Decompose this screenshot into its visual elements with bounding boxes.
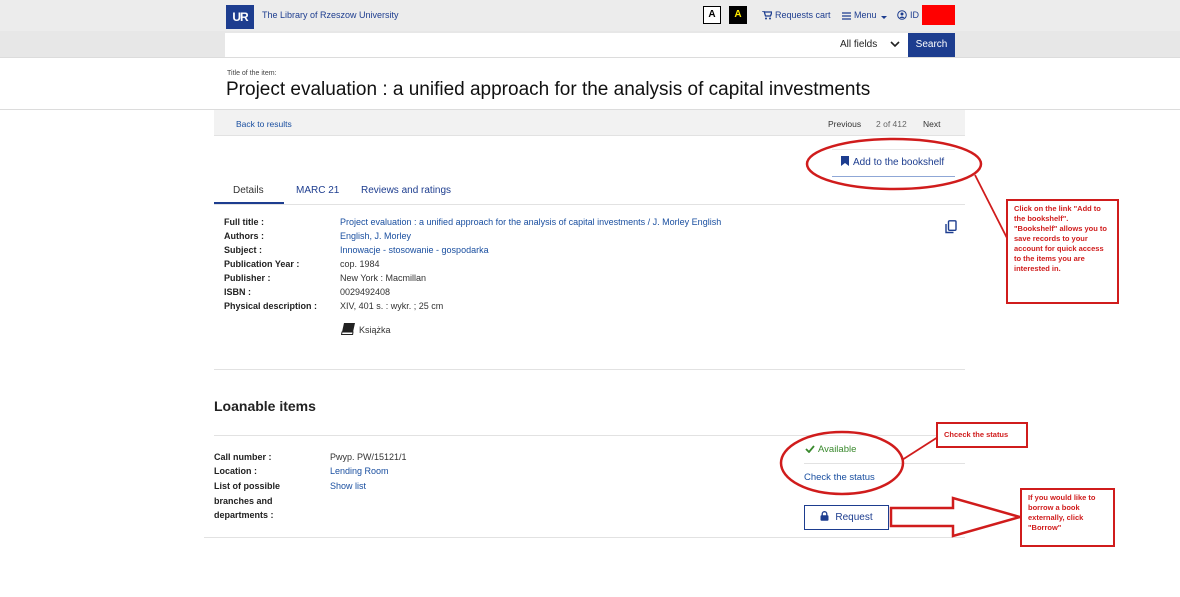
hamburger-icon [842, 12, 851, 20]
detail-value-physical-description: XIV, 401 s. : wykr. ; 25 cm [340, 301, 444, 311]
borrow-arrow [889, 496, 1025, 538]
check-icon [805, 445, 815, 454]
search-button[interactable]: Search [908, 33, 955, 57]
detail-value-publication-year: cop. 1984 [340, 259, 380, 269]
search-bar: All fields Search [0, 31, 1180, 58]
loanable-divider [214, 435, 965, 436]
annotation-note-bookshelf: Click on the link "Add to the bookshelf"… [1006, 199, 1119, 304]
loanable-items-heading: Loanable items [214, 398, 316, 414]
user-icon [897, 10, 907, 20]
back-to-results-link[interactable]: Back to results [236, 119, 292, 129]
detail-value-full-title[interactable]: Project evaluation : a unified approach … [340, 217, 721, 227]
tabs-divider [214, 204, 965, 205]
menu-label: Menu [854, 10, 877, 20]
contrast-high-button[interactable]: A [729, 6, 747, 24]
detail-label-authors: Authors : [224, 231, 264, 241]
detail-label-publisher: Publisher : [224, 273, 271, 283]
chevron-down-icon [890, 41, 900, 48]
search-field-selected: All fields [840, 39, 878, 50]
detail-label-isbn: ISBN : [224, 287, 251, 297]
previous-link[interactable]: Previous [828, 119, 861, 129]
page-title: Project evaluation : a unified approach … [226, 79, 871, 100]
tab-marc21[interactable]: MARC 21 [296, 185, 339, 196]
next-link[interactable]: Next [923, 119, 940, 129]
chevron-down-icon [881, 16, 888, 19]
branches-label-line1: List of possible [214, 481, 281, 491]
detail-value-publisher: New York : Macmillan [340, 273, 427, 283]
detail-label-publication-year: Publication Year : [224, 259, 300, 269]
request-button[interactable]: Request [804, 505, 889, 530]
tab-reviews-and-ratings[interactable]: Reviews and ratings [361, 185, 451, 196]
user-account-link[interactable]: ID [897, 10, 919, 20]
status-annotation-line [901, 436, 939, 461]
book-icon [341, 323, 355, 335]
detail-label-full-title: Full title : [224, 217, 264, 227]
add-to-bookshelf-button[interactable]: Add to the bookshelf [832, 149, 955, 177]
show-list-link[interactable]: Show list [330, 481, 366, 491]
call-number-label: Call number : [214, 452, 272, 462]
contrast-normal-button[interactable]: A [703, 6, 721, 24]
annotation-note-borrow: If you would like to borrow a book exter… [1020, 488, 1115, 547]
detail-value-authors[interactable]: English, J. Morley [340, 231, 411, 241]
search-field-select[interactable]: All fields [831, 33, 908, 57]
availability-status: Available [805, 444, 856, 455]
branches-label-line2: branches and [214, 495, 273, 506]
format-label: Książka [359, 325, 391, 335]
title-caption: Title of the item: [227, 70, 277, 77]
detail-value-subject[interactable]: Innowacje - stosowanie - gospodarka [340, 245, 489, 255]
bookmark-icon [841, 156, 849, 166]
location-label: Location : [214, 466, 257, 476]
top-bar: UR The Library of Rzeszow University A A… [0, 0, 1180, 31]
detail-label-physical-description: Physical description : [224, 301, 318, 311]
status-divider [804, 463, 965, 464]
result-navigation: Back to results Previous 2 of 412 Next [214, 110, 965, 136]
detail-value-isbn: 0029492408 [340, 287, 391, 297]
branches-label-line3: departments : [214, 510, 274, 520]
branches-label: List of possible branches and department… [214, 479, 280, 523]
lock-icon [820, 511, 829, 521]
bookshelf-label: Add to the bookshelf [853, 157, 945, 168]
section-divider [214, 369, 965, 370]
requests-cart-link[interactable]: Requests cart [762, 10, 831, 20]
search-input[interactable] [225, 33, 831, 57]
detail-label-subject: Subject : [224, 245, 263, 255]
call-number-value: Pwyp. PW/15121/1 [330, 452, 407, 462]
menu-button[interactable]: Menu [842, 10, 890, 20]
annotation-note-status: Chceck the status [936, 422, 1028, 448]
bookshelf-annotation-line [974, 174, 1009, 241]
check-status-link[interactable]: Check the status [804, 472, 875, 483]
cart-icon [762, 10, 773, 20]
requests-cart-label: Requests cart [775, 10, 831, 20]
university-logo[interactable]: UR [226, 5, 254, 29]
loanable-bottom-divider [204, 537, 965, 538]
availability-label: Available [818, 444, 857, 455]
copy-icon[interactable] [945, 220, 957, 234]
library-name-link[interactable]: The Library of Rzeszow University [262, 10, 399, 20]
tab-details[interactable]: Details [233, 185, 264, 196]
result-position: 2 of 412 [876, 119, 907, 129]
redacted-username [922, 5, 955, 25]
location-link[interactable]: Lending Room [330, 466, 389, 476]
user-id-label: ID [910, 10, 919, 20]
request-label: Request [835, 512, 873, 523]
